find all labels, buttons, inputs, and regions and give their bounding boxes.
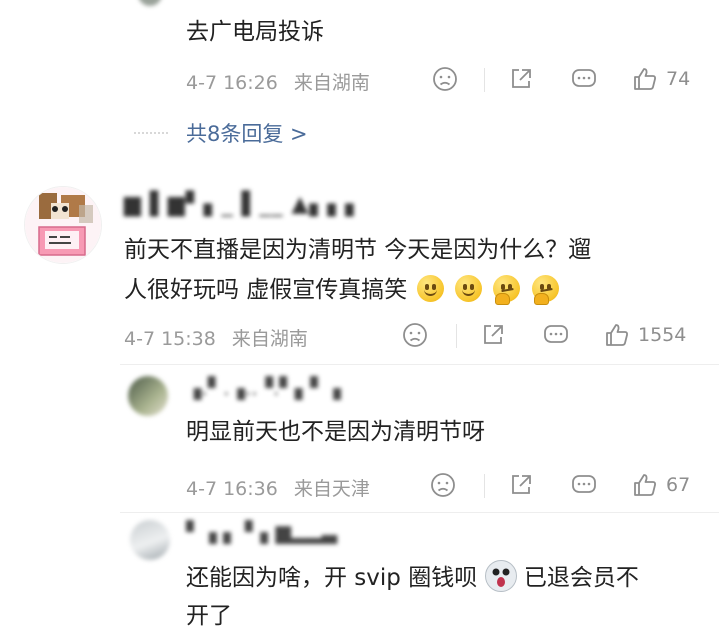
scream-emoji [484,560,517,592]
top-avatar-fragment [138,0,162,6]
dislike-icon [430,472,456,498]
like-count: 67 [666,474,691,496]
share-button[interactable] [480,322,506,348]
timestamp: 4-7 15:38 [124,328,216,350]
comment-icon [570,472,598,498]
reply-text: 明显前天也不是因为清明节呀 [186,419,485,445]
like-count: 74 [666,68,691,90]
smile-emoji [454,275,482,302]
reply-username[interactable]: ▘▗ ▖ ▘▖▆▂▂▃ [186,520,337,544]
comment-text: 去广电局投诉 [186,19,324,45]
like-button[interactable]: 1554 [604,322,686,348]
reply-text-line1: 还能因为啥，开 svip 圈钱呗 已退会员不 [186,560,639,596]
location: 来自天津 [293,478,370,500]
like-button[interactable]: 74 [632,66,690,92]
comment-button[interactable] [570,472,598,498]
comment-meta: 4-7 15:38 来自湖南 [124,324,308,351]
reply-text-part1: 还能因为啥，开 svip 圈钱呗 [186,565,478,591]
reply-text-line2: 开了 [186,603,232,629]
dislike-icon [402,322,428,348]
share-icon [508,66,534,92]
like-button[interactable]: 67 [632,472,690,498]
comment-text-line2-text: 人很好玩吗 虚假宣传真搞笑 [124,277,408,303]
dislike-icon [432,66,458,92]
comment-text-line2: 人很好玩吗 虚假宣传真搞笑 [124,272,561,308]
like-icon [604,322,630,348]
comment-text-line1: 前天不直播是因为清明节 今天是因为什么？遛 [124,237,592,263]
share-button[interactable] [508,472,534,498]
reply-meta: 4-7 16:36 来自天津 [186,474,370,501]
avatar[interactable] [24,186,102,264]
reply-text-part2: 已退会员不 [523,565,639,591]
dotted-connector [134,132,168,134]
reply-avatar[interactable] [128,376,168,416]
think-emoji [531,275,559,305]
comment-icon [542,322,570,348]
share-icon [508,472,534,498]
reply-username[interactable]: ▗.▘.▗..▝.▘▖▘▗ [186,376,341,400]
comment-button[interactable] [570,66,598,92]
dislike-button[interactable] [402,322,428,348]
comment-meta: 4-7 16:26 来自湖南 [186,68,370,95]
like-count: 1554 [638,324,687,346]
dislike-button[interactable] [430,472,456,498]
smile-emoji [416,275,444,302]
location: 来自湖南 [293,72,370,94]
like-icon [632,472,658,498]
reply-avatar[interactable] [130,520,170,560]
dislike-button[interactable] [432,66,458,92]
timestamp: 4-7 16:36 [186,478,278,500]
timestamp: 4-7 16:26 [186,72,278,94]
share-button[interactable] [508,66,534,92]
username[interactable]: ▆ ▌▆▘▖_ ▌__ ▲▖▖▖ [124,192,363,217]
location: 来自湖南 [231,328,308,350]
comment-button[interactable] [542,322,570,348]
think-emoji [493,275,521,305]
like-icon [632,66,658,92]
view-replies-link[interactable]: 共8条回复 > [186,118,308,148]
comment-icon [570,66,598,92]
share-icon [480,322,506,348]
